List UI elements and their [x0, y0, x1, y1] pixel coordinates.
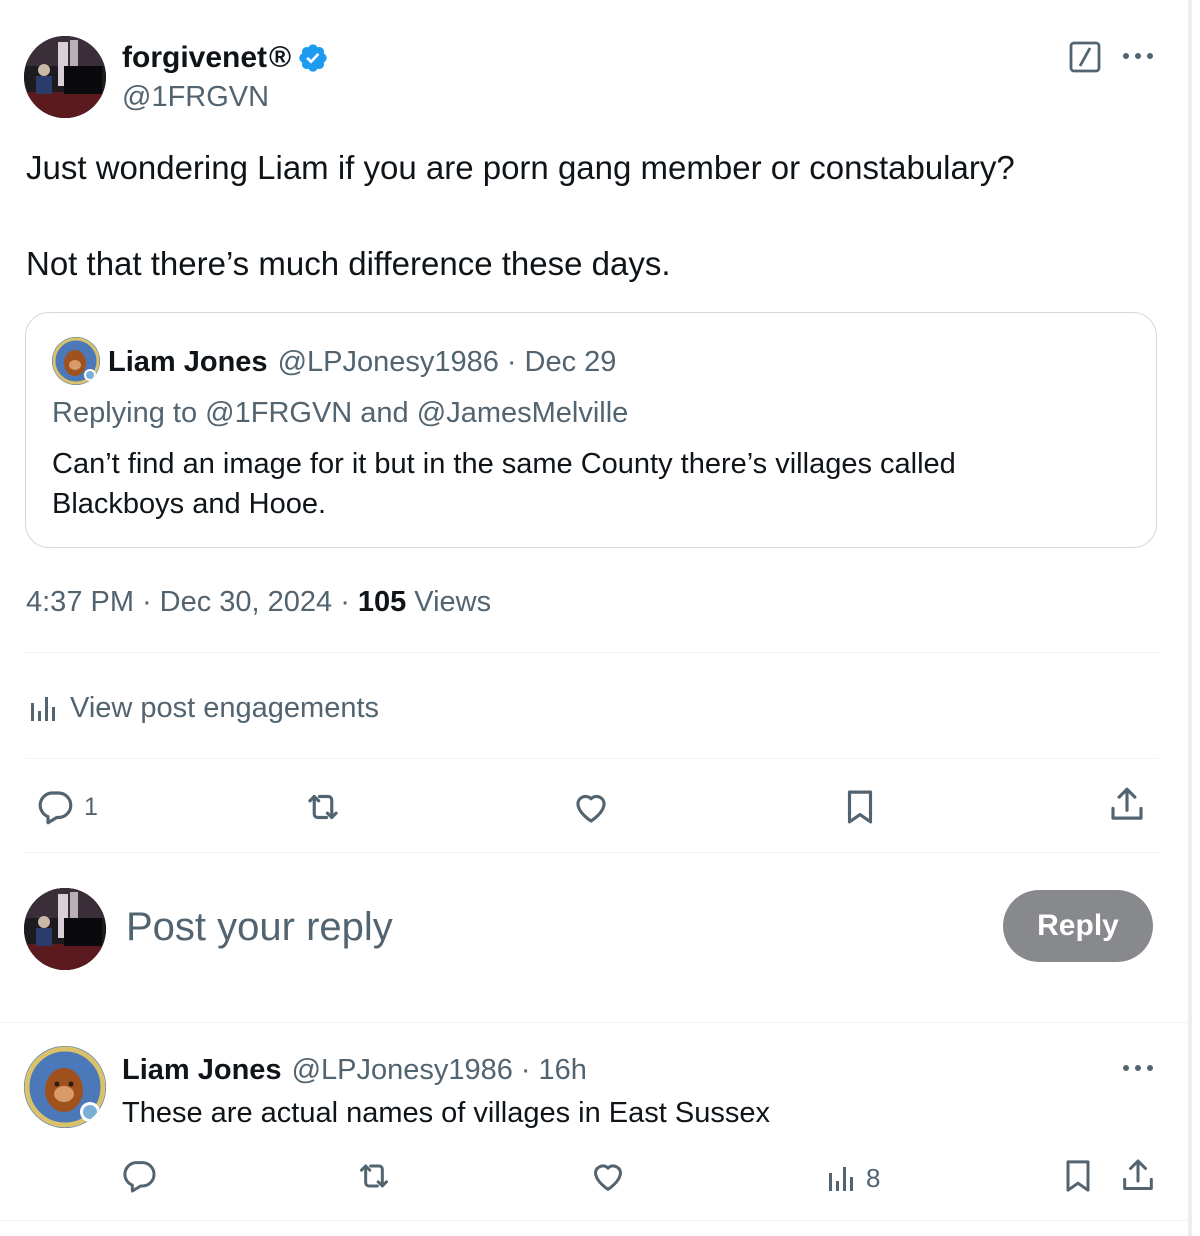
current-user-avatar[interactable]	[24, 888, 106, 970]
post-text-line-2: Not that there’s much difference these d…	[26, 245, 671, 282]
replying-to-handle-2[interactable]: @JamesMelville	[417, 397, 629, 429]
quote-text-line-2: Blackboys and Hooe.	[52, 488, 327, 520]
repost-icon[interactable]	[354, 1156, 394, 1196]
separator-dot: ·	[142, 585, 152, 618]
author-handle[interactable]: @1FRGVN	[122, 80, 269, 114]
quote-author-handle[interactable]: @LPJonesy1986	[278, 346, 499, 379]
replying-to-and: and	[360, 397, 409, 429]
like-icon[interactable]	[588, 1156, 628, 1196]
bookmark-icon[interactable]	[839, 786, 881, 828]
post-date[interactable]: Dec 30, 2024	[160, 586, 333, 619]
quote-author-avatar[interactable]	[52, 337, 100, 385]
more-icon[interactable]	[1120, 46, 1156, 66]
reply-input[interactable]: Post your reply	[126, 902, 966, 952]
author-avatar[interactable]	[24, 36, 106, 118]
repost-icon[interactable]	[301, 786, 345, 828]
divider	[0, 1220, 1188, 1221]
views-label: Views	[414, 585, 492, 618]
reply-views-button[interactable]: 8	[826, 1158, 880, 1198]
analytics-icon	[826, 1163, 856, 1193]
divider	[26, 852, 1158, 853]
separator-dot: ·	[520, 1053, 531, 1086]
replying-to-handle-1[interactable]: @1FRGVN	[205, 397, 352, 429]
reply-count: 1	[84, 792, 98, 821]
author-name[interactable]: forgivenet	[122, 41, 267, 75]
reply-author-name[interactable]: Liam Jones	[122, 1054, 282, 1087]
more-icon[interactable]	[1120, 1058, 1156, 1078]
divider	[0, 1022, 1188, 1023]
share-icon[interactable]	[1106, 784, 1148, 826]
share-icon[interactable]	[1118, 1156, 1158, 1196]
reply-time[interactable]: 16h	[539, 1054, 587, 1087]
page-border	[1188, 0, 1192, 1236]
reply-submit-button[interactable]: Reply	[1003, 890, 1153, 962]
bookmark-icon[interactable]	[1058, 1156, 1098, 1196]
reply-author-handle[interactable]: @LPJonesy1986	[292, 1054, 513, 1087]
registered-mark: ®	[269, 41, 292, 74]
divider	[26, 758, 1158, 759]
divider	[26, 652, 1158, 653]
analytics-icon	[28, 693, 58, 723]
reply-author-avatar[interactable]	[24, 1046, 106, 1128]
separator-dot: ·	[506, 345, 517, 378]
quote-text-line-1: Can’t find an image for it but in the sa…	[52, 448, 956, 480]
reply-views-count: 8	[866, 1162, 881, 1193]
quote-date[interactable]: Dec 29	[525, 346, 617, 379]
reply-icon[interactable]	[119, 1156, 159, 1196]
views-count: 105	[357, 585, 407, 618]
reply-text: These are actual names of villages in Ea…	[122, 1097, 770, 1129]
post-text-line-1: Just wondering Liam if you are porn gang…	[26, 149, 1015, 186]
view-engagements-link[interactable]: View post engagements	[28, 688, 379, 728]
quote-author-name[interactable]: Liam Jones	[108, 346, 268, 379]
replying-to-prefix: Replying to	[52, 397, 198, 429]
separator-dot: ·	[340, 585, 350, 618]
like-icon[interactable]	[570, 786, 612, 828]
reply-button[interactable]: 1	[34, 786, 98, 828]
view-engagements-label: View post engagements	[70, 691, 380, 724]
verified-badge-icon	[297, 42, 329, 74]
reply-icon	[34, 786, 76, 828]
grok-icon[interactable]	[1068, 40, 1102, 74]
quoted-post[interactable]: Liam Jones @LPJonesy1986 · Dec 29 Replyi…	[25, 312, 1157, 548]
post-time[interactable]: 4:37 PM	[26, 586, 134, 619]
